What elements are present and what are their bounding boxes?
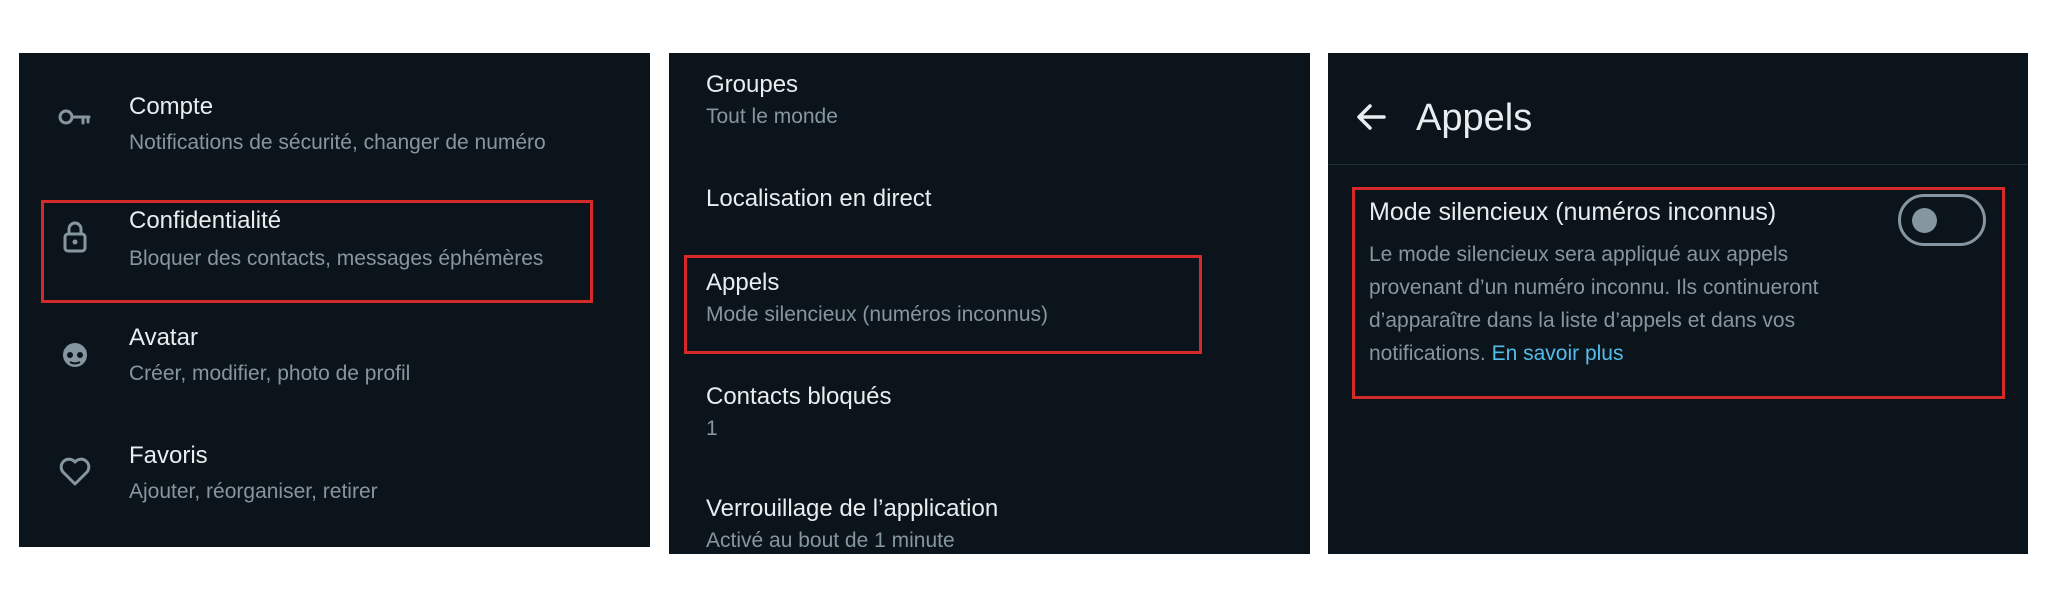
highlight-box xyxy=(41,200,593,303)
privacy-item-title: Groupes xyxy=(706,71,799,98)
privacy-item-subtitle: Tout le monde xyxy=(706,105,838,128)
settings-item-title: Avatar xyxy=(129,324,198,351)
privacy-panel: Groupes Tout le monde Localisation en di… xyxy=(669,53,1310,554)
privacy-item-localisation[interactable]: Localisation en direct xyxy=(669,153,1310,243)
page-title: Appels xyxy=(1416,97,1533,139)
privacy-item-title: Verrouillage de l’application xyxy=(706,495,999,522)
settings-item-title: Favoris xyxy=(129,442,208,469)
settings-item-subtitle: Créer, modifier, photo de profil xyxy=(129,362,411,385)
settings-item-subtitle: Ajouter, réorganiser, retirer xyxy=(129,480,378,503)
privacy-item-title: Localisation en direct xyxy=(706,185,932,212)
settings-item-subtitle: Notifications de sécurité, changer de nu… xyxy=(129,131,546,154)
privacy-item-contacts-bloques[interactable]: Contacts bloqués 1 xyxy=(669,368,1310,468)
settings-item-compte[interactable]: Compte Notifications de sécurité, change… xyxy=(19,73,650,173)
privacy-item-verrouillage[interactable]: Verrouillage de l’application Activé au … xyxy=(669,481,1310,554)
avatar-icon xyxy=(63,343,87,367)
settings-item-avatar[interactable]: Avatar Créer, modifier, photo de profil xyxy=(19,311,650,411)
settings-item-title: Compte xyxy=(129,93,214,120)
settings-panel-main: Compte Notifications de sécurité, change… xyxy=(19,53,650,547)
highlight-box xyxy=(1352,187,2005,399)
privacy-item-subtitle: Activé au bout de 1 minute xyxy=(706,529,955,552)
privacy-item-subtitle: 1 xyxy=(706,417,718,440)
calls-settings-panel: Appels Mode silencieux (numéros inconnus… xyxy=(1328,53,2028,554)
settings-item-favoris[interactable]: Favoris Ajouter, réorganiser, retirer xyxy=(19,429,650,529)
back-arrow-icon[interactable] xyxy=(1350,95,1394,139)
key-icon xyxy=(58,109,91,125)
privacy-item-groupes[interactable]: Groupes Tout le monde xyxy=(669,53,1310,143)
privacy-item-title: Contacts bloqués xyxy=(706,383,892,410)
header-divider xyxy=(1328,164,2028,165)
highlight-box xyxy=(684,255,1202,354)
heart-icon xyxy=(59,457,91,486)
